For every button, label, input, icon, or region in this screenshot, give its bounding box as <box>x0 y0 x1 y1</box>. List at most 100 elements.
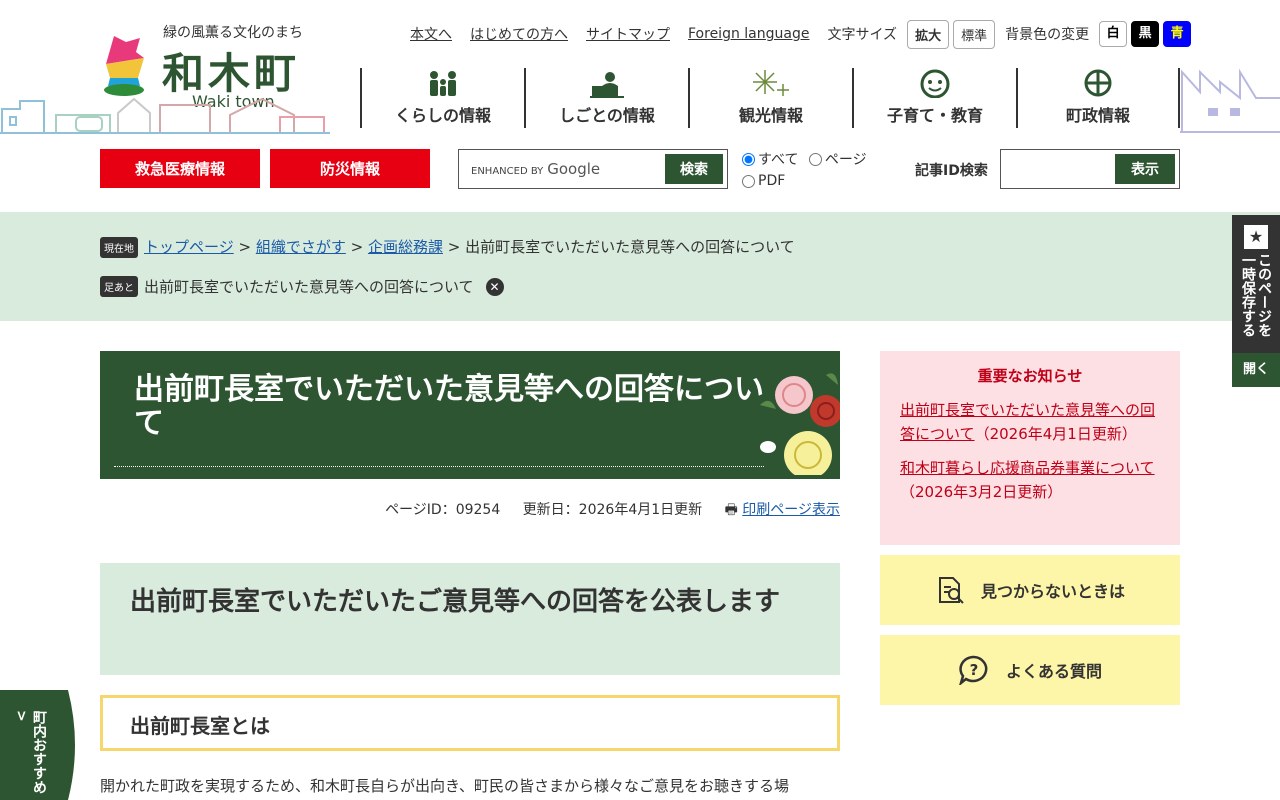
breadcrumb-link-organization[interactable]: 組織でさがす <box>256 238 346 256</box>
document-search-icon <box>938 577 964 604</box>
gnav-tourism-label: 観光情報 <box>738 106 803 125</box>
faq-label: よくある質問 <box>1005 662 1102 681</box>
global-navigation: くらしの情報 しごとの情報 観光情報 子育て・教育 町政情報 <box>360 68 1180 128</box>
current-location-tag: 現在地 <box>100 237 138 258</box>
recommend-tab[interactable]: 町内おすすめ> <box>0 690 82 800</box>
site-header: 緑の風薫る文化のまち 和木町 Waki town 本文へ はじめての方へ サイト… <box>0 0 1280 140</box>
not-found-label: 見つからないときは <box>980 582 1125 601</box>
notice-item: 和木町暮らし応援商品券事業について （2026年3月2日更新） <box>900 456 1160 504</box>
article-id-label: 記事ID検索 <box>915 163 988 179</box>
gnav-living-label: くらしの情報 <box>394 106 491 125</box>
recommend-sub-label: 町内 <box>31 710 47 738</box>
gnav-tourism[interactable]: 観光情報 <box>688 68 852 128</box>
recommend-main-label: おすすめ <box>31 738 47 794</box>
town-emblem-icon <box>1084 69 1112 97</box>
search-scope-radios: すべて ページ PDF <box>742 148 882 192</box>
main-content: 出前町長室でいただいた意見等への回答について ページID：09254 更新日：2… <box>100 351 840 796</box>
site-tagline: 緑の風薫る文化のまち <box>163 25 303 41</box>
section-heading: 出前町長室でいただいたご意見等への回答を公表します <box>100 563 840 675</box>
body-paragraph: 開かれた町政を実現するため、和木町長自らが出向き、町民の皆さまから様々なご意見を… <box>100 777 789 795</box>
breadcrumb-area: 現在地 トップページ > 組織でさがす > 企画総務課 > 出前町長室でいただいた… <box>0 212 1280 321</box>
worker-icon <box>590 72 624 98</box>
gnav-work[interactable]: しごとの情報 <box>524 68 688 128</box>
subsection-heading: 出前町長室とは <box>100 695 840 751</box>
notice-title: 重要なお知らせ <box>977 367 1083 385</box>
search-button[interactable]: 検索 <box>665 154 723 184</box>
radio-all[interactable]: すべて <box>742 148 798 170</box>
emergency-medical-button[interactable]: 救急医療情報 <box>100 149 260 188</box>
sidebar: 重要なお知らせ 出前町長室でいただいた意見等への回答について（2026年4月1日… <box>880 351 1180 705</box>
page-id: ページID：09254 <box>385 502 501 518</box>
footprint-item[interactable]: 出前町長室でいただいた意見等への回答について <box>144 276 474 297</box>
gnav-childcare-label: 子育て・教育 <box>886 106 983 125</box>
bg-black-button[interactable]: 黒 <box>1131 21 1160 47</box>
breadcrumb-link-top[interactable]: トップページ <box>144 238 234 256</box>
notice-date-2: （2026年3月2日更新） <box>900 483 1063 501</box>
font-size-enlarge-button[interactable]: 拡大 <box>907 19 950 49</box>
child-face-icon <box>920 69 950 98</box>
disaster-info-button[interactable]: 防災情報 <box>270 149 430 188</box>
bg-color-label: 背景色の変更 <box>1005 27 1090 43</box>
print-page-link[interactable]: 印刷ページ表示 <box>742 502 840 518</box>
question-bubble-icon: ? <box>959 655 988 685</box>
search-enhanced-label: ENHANCED BY <box>471 166 544 177</box>
page-meta: ページID：09254 更新日：2026年4月1日更新 🖶 印刷ページ表示 <box>100 499 840 523</box>
notice-link-2[interactable]: 和木町暮らし応援商品券事業について <box>900 459 1155 477</box>
radio-all-label: すべて <box>758 152 799 168</box>
search-input[interactable]: ENHANCED BY Google <box>459 160 665 178</box>
not-found-button[interactable]: 見つからないときは <box>880 555 1180 625</box>
gnav-town-admin-label: 町政情報 <box>1065 106 1130 125</box>
svg-text:?: ? <box>970 661 979 679</box>
footprint-remove-icon[interactable]: ✕ <box>485 277 504 296</box>
radio-pdf-input[interactable] <box>742 174 755 188</box>
bg-white-button[interactable]: 白 <box>1099 21 1128 47</box>
notice-item: 出前町長室でいただいた意見等への回答について（2026年4月1日更新） <box>900 398 1160 446</box>
fireworks-icon <box>753 70 789 96</box>
save-page-tab[interactable]: ★ このページを一時保存する 開く <box>1232 215 1280 387</box>
skip-to-content-link[interactable]: 本文へ <box>410 24 452 44</box>
footprint-history: 足あと 出前町長室でいただいた意見等への回答について ✕ <box>100 276 504 297</box>
page-title: 出前町長室でいただいた意見等への回答について <box>134 372 764 441</box>
page-title-banner: 出前町長室でいただいた意見等への回答について <box>100 351 840 479</box>
footprint-tag: 足あと <box>100 276 138 297</box>
foreign-language-link[interactable]: Foreign language <box>688 26 809 42</box>
family-icon <box>430 71 456 96</box>
bg-blue-button[interactable]: 青 <box>1163 21 1192 47</box>
print-link-wrap: 🖶 印刷ページ表示 <box>725 502 840 518</box>
save-page-open-button[interactable]: 開く <box>1232 353 1280 387</box>
recommend-label: 町内おすすめ> <box>13 710 47 794</box>
updated-date: 更新日：2026年4月1日更新 <box>522 502 703 518</box>
search-brand-label: Google <box>547 160 601 178</box>
first-visit-link[interactable]: はじめての方へ <box>470 24 568 44</box>
logo-mark-icon <box>104 36 144 96</box>
toolbar: 救急医療情報 防災情報 ENHANCED BY Google 検索 すべて ページ… <box>0 148 1280 193</box>
gnav-living[interactable]: くらしの情報 <box>360 68 524 128</box>
skyline-decoration-left <box>0 97 330 134</box>
skyline-decoration-right <box>1180 68 1280 133</box>
sitemap-link[interactable]: サイトマップ <box>586 24 670 44</box>
article-id-input[interactable]: 表示 <box>1000 149 1180 189</box>
rose-illustration-icon <box>760 373 840 475</box>
printer-icon: 🖶 <box>724 502 738 518</box>
radio-all-input[interactable] <box>742 152 755 166</box>
save-page-label: このページを一時保存する <box>1240 253 1272 337</box>
important-notice-box: 重要なお知らせ 出前町長室でいただいた意見等への回答について（2026年4月1日… <box>880 351 1180 545</box>
radio-pdf-label: PDF <box>758 173 786 189</box>
gnav-childcare[interactable]: 子育て・教育 <box>852 68 1016 128</box>
star-icon: ★ <box>1244 225 1268 249</box>
article-id-show-button[interactable]: 表示 <box>1115 154 1175 184</box>
gnav-town-admin[interactable]: 町政情報 <box>1016 68 1180 128</box>
font-size-label: 文字サイズ <box>827 27 898 43</box>
font-size-standard-button[interactable]: 標準 <box>953 19 996 49</box>
notice-date-1: （2026年4月1日更新） <box>974 425 1137 443</box>
radio-page[interactable]: ページ <box>808 148 867 170</box>
utility-bar: 本文へ はじめての方へ サイトマップ Foreign language 文字サイ… <box>410 19 1195 49</box>
radio-pdf[interactable]: PDF <box>742 170 785 192</box>
faq-button[interactable]: ? よくある質問 <box>880 635 1180 705</box>
breadcrumb-current: 出前町長室でいただいた意見等への回答について <box>465 238 795 256</box>
gnav-work-label: しごとの情報 <box>559 106 655 125</box>
breadcrumb-link-planning[interactable]: 企画総務課 <box>368 238 443 256</box>
site-search-box: ENHANCED BY Google 検索 <box>458 149 728 189</box>
radio-page-input[interactable] <box>808 152 822 166</box>
radio-page-label: ページ <box>824 152 867 168</box>
